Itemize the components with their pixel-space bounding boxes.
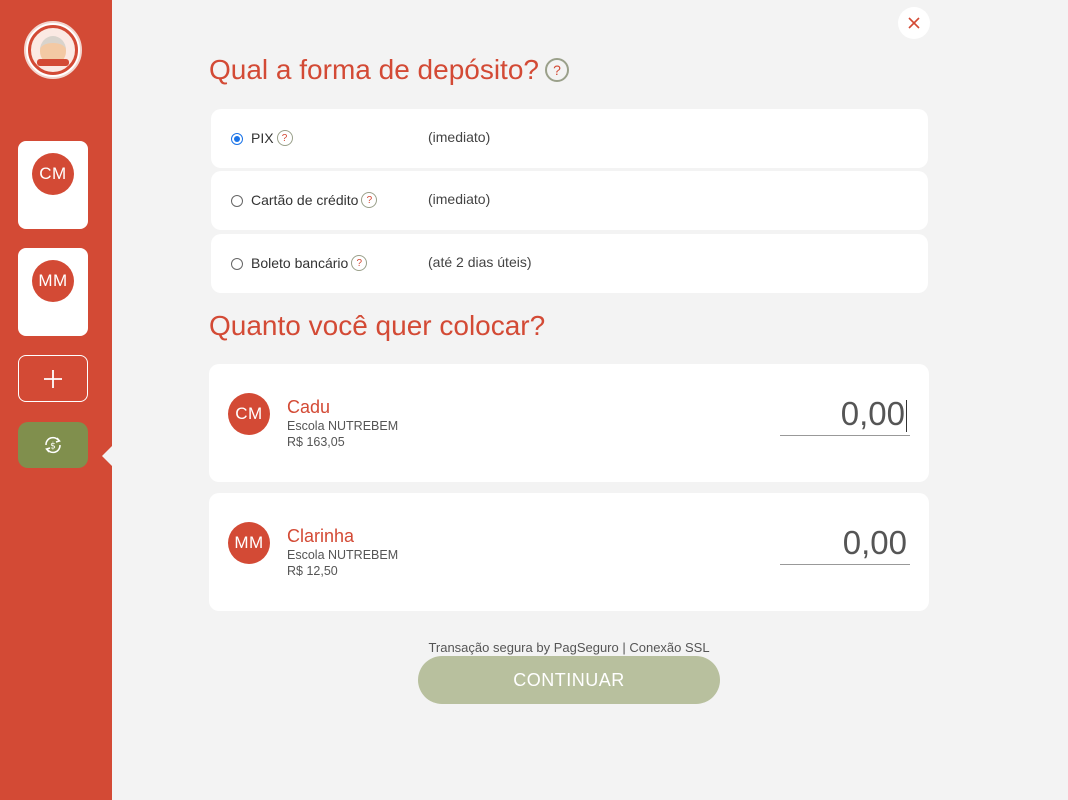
avatar: MM	[32, 260, 74, 302]
kid-amount-row-cadu: CM Cadu Escola NUTREBEM R$ 163,05 0,00	[209, 364, 929, 482]
avatar: CM	[32, 153, 74, 195]
boleto-radio[interactable]	[231, 258, 243, 270]
deposit-option-label: Cartão de crédito ?	[251, 192, 378, 208]
secure-transaction-text: Transação segura by PagSeguro | Conexão …	[428, 640, 710, 655]
deposit-option-time: (imediato)	[428, 191, 491, 207]
money-refresh-icon: $	[45, 436, 61, 454]
plus-icon	[44, 369, 62, 388]
pix-radio[interactable]	[231, 133, 243, 145]
deposit-option-time: (imediato)	[428, 129, 491, 145]
kid-balance: R$ 163,05	[287, 435, 345, 449]
deposit-option-label: PIX ?	[251, 130, 293, 146]
sidebar-kid-card-cm[interactable]: CM	[18, 141, 88, 229]
close-button[interactable]	[898, 7, 930, 39]
avatar: MM	[228, 522, 270, 564]
sidebar-kid-card-mm[interactable]: MM	[18, 248, 88, 336]
help-icon[interactable]: ?	[351, 255, 368, 271]
help-icon[interactable]: ?	[276, 130, 293, 146]
kid-school: Escola NUTREBEM	[287, 419, 399, 433]
amount-input-cadu[interactable]: 0,00	[780, 392, 910, 436]
help-icon[interactable]: ?	[544, 58, 569, 82]
deposit-nav-button[interactable]: $	[18, 422, 88, 468]
active-indicator	[102, 446, 112, 466]
kid-school: Escola NUTREBEM	[287, 548, 399, 562]
kid-balance: R$ 12,50	[287, 564, 338, 578]
brand-logo[interactable]	[24, 21, 82, 79]
amount-input-clarinha[interactable]: 0,00	[780, 521, 910, 565]
sidebar: CM MM $	[0, 0, 112, 800]
deposit-option-pix[interactable]: PIX ? (imediato)	[211, 109, 928, 168]
logo-ribbon	[37, 59, 69, 66]
credit-card-radio[interactable]	[231, 195, 243, 207]
deposit-option-time: (até 2 dias úteis)	[428, 254, 532, 270]
help-icon[interactable]: ?	[361, 192, 378, 208]
svg-text:$: $	[50, 442, 56, 452]
boleto-label: Boleto bancário	[251, 255, 349, 271]
close-icon	[908, 17, 920, 29]
deposit-option-credit-card[interactable]: Cartão de crédito ? (imediato)	[211, 171, 928, 230]
kid-amount-row-clarinha: MM Clarinha Escola NUTREBEM R$ 12,50 0,0…	[209, 493, 929, 611]
kid-name: Cadu	[287, 397, 331, 417]
deposit-method-title: Qual a forma de depósito? ?	[209, 54, 569, 86]
logo-emblem	[28, 25, 78, 75]
pix-label: PIX	[251, 130, 274, 146]
credit-card-label: Cartão de crédito	[251, 192, 359, 208]
add-kid-button[interactable]	[18, 355, 88, 402]
continue-button[interactable]: CONTINUAR	[418, 656, 720, 704]
deposit-option-boleto[interactable]: Boleto bancário ? (até 2 dias úteis)	[211, 234, 928, 293]
avatar: CM	[228, 393, 270, 435]
amount-title: Quanto você quer colocar?	[209, 310, 545, 342]
amount-title-text: Quanto você quer colocar?	[209, 310, 546, 341]
deposit-option-label: Boleto bancário ?	[251, 255, 368, 271]
deposit-method-title-text: Qual a forma de depósito?	[209, 54, 539, 85]
kid-name: Clarinha	[287, 526, 355, 546]
